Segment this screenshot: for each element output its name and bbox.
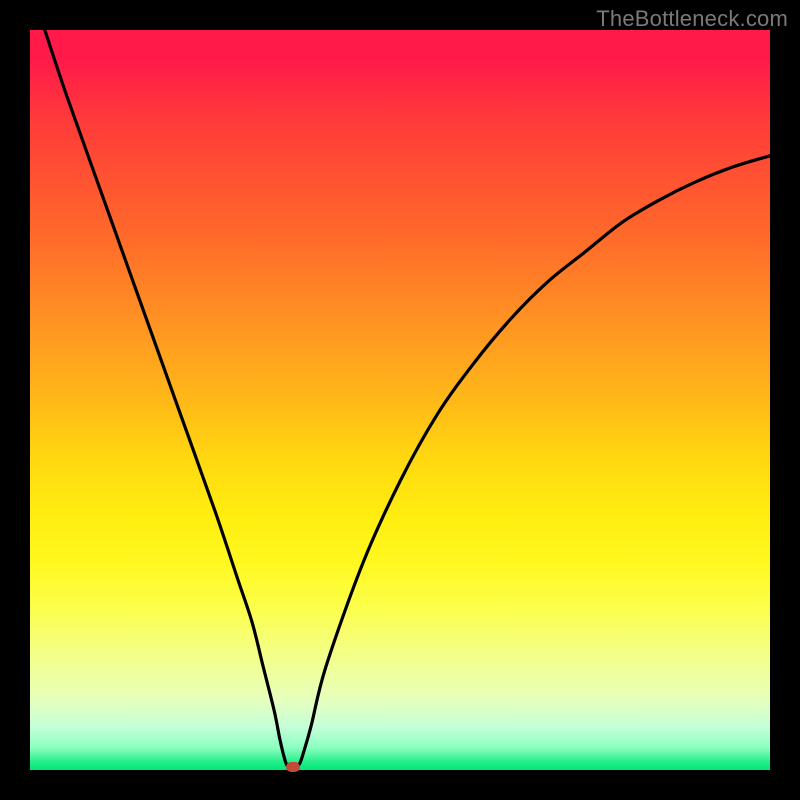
optimal-point-marker xyxy=(286,762,300,772)
bottleneck-curve xyxy=(30,30,770,770)
watermark-text: TheBottleneck.com xyxy=(596,6,788,32)
plot-area xyxy=(30,30,770,770)
chart-frame: TheBottleneck.com xyxy=(0,0,800,800)
